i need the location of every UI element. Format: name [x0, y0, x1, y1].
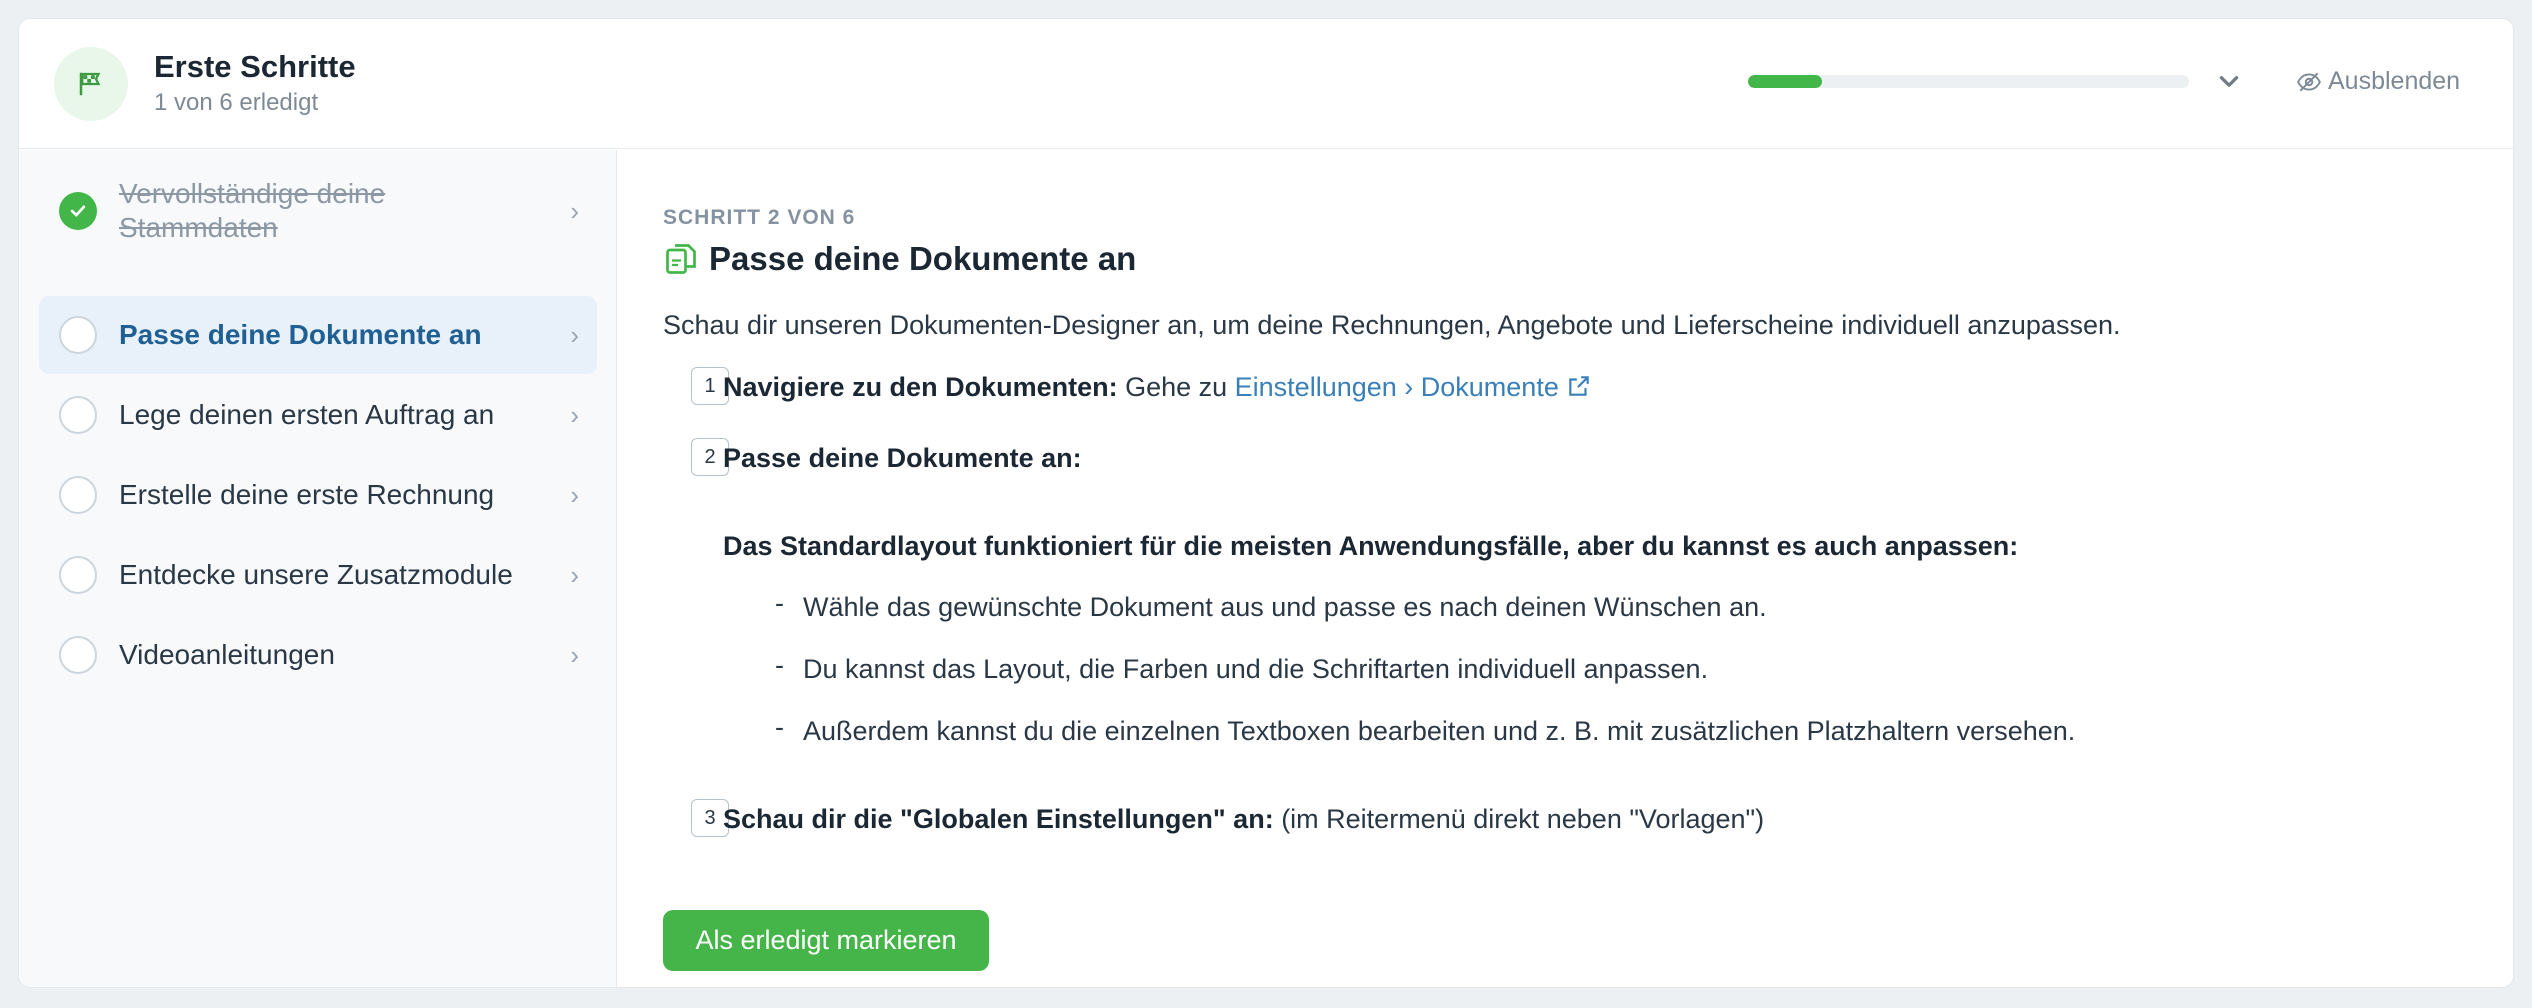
external-link-icon	[1569, 376, 1590, 396]
progress-bar-fill	[1748, 75, 1822, 88]
instruction-3: Schau dir die "Globalen Einstellungen" a…	[723, 804, 1764, 835]
sidebar-item-videoanleitungen[interactable]: Videoanleitungen ›	[39, 616, 597, 694]
instruction-2-subheading-text: Das Standardlayout funktioniert für die …	[723, 531, 2019, 561]
dash-icon: -	[775, 712, 784, 742]
chevron-right-icon: ›	[570, 639, 579, 670]
mark-done-button[interactable]: Als erledigt markieren	[663, 910, 989, 971]
flag-icon	[79, 72, 101, 96]
sidebar-item-label: Lege deinen ersten Auftrag an	[119, 399, 495, 430]
step-content: SCHRITT 2 VON 6 Passe deine Dokumente an…	[663, 150, 2493, 987]
page-title: Erste Schritte	[154, 49, 356, 84]
collapse-button[interactable]	[2211, 64, 2247, 100]
step-circle-icon	[59, 316, 97, 354]
step-circle-icon	[59, 476, 97, 514]
step-circle-icon	[59, 396, 97, 434]
chevron-right-icon: ›	[570, 479, 579, 510]
sidebar-item-stammdaten[interactable]: Vervollständige deine Stammdaten ›	[39, 172, 597, 250]
step-intro: Schau dir unseren Dokumenten-Designer an…	[663, 310, 2121, 340]
step-counter: SCHRITT 2 VON 6	[663, 206, 856, 229]
instruction-3-text: (im Reitermenü direkt neben "Vorlagen")	[1273, 804, 1765, 834]
steps-sidebar: Vervollständige deine Stammdaten › Passe…	[19, 150, 617, 987]
sidebar-item-zusatzmodule[interactable]: Entdecke unsere Zusatzmodule ›	[39, 536, 597, 614]
sidebar-item-label: Videoanleitungen	[119, 639, 335, 670]
chevron-right-icon: ›	[570, 399, 579, 430]
settings-documents-link-text: Einstellungen › Dokumente	[1234, 372, 1559, 402]
eye-slash-icon	[2297, 72, 2321, 91]
sidebar-item-label: Entdecke unsere Zusatzmodule	[119, 559, 513, 590]
settings-documents-link[interactable]: Einstellungen › Dokumente	[1235, 372, 1593, 402]
instruction-1: Navigiere zu den Dokumenten: Gehe zu Ein…	[723, 372, 1592, 403]
onboarding-card: Erste Schritte 1 von 6 erledigt Ausblend…	[18, 18, 2514, 988]
instruction-3-title: Schau dir die "Globalen Einstellungen" a…	[723, 804, 1274, 834]
documents-icon	[666, 244, 696, 274]
sidebar-item-label: Erstelle deine erste Rechnung	[119, 479, 495, 510]
step-title: Passe deine Dokumente an	[663, 240, 1136, 278]
list-item-text: Wähle das gewünschte Dokument aus und pa…	[803, 592, 1767, 622]
check-circle-icon	[59, 192, 97, 230]
progress-bar	[1748, 75, 2189, 88]
sidebar-item-label: Vervollständige deine Stammdaten	[119, 178, 386, 243]
chevron-right-icon: ›	[570, 195, 579, 226]
chevron-right-icon: ›	[570, 319, 579, 350]
step-circle-icon	[59, 556, 97, 594]
hide-button[interactable]: Ausblenden	[2296, 67, 2460, 96]
chevron-right-icon: ›	[570, 559, 579, 590]
chevron-down-icon	[2219, 76, 2239, 87]
dash-icon: -	[775, 650, 784, 680]
sidebar-item-label: Passe deine Dokumente an	[119, 319, 482, 350]
dash-icon: -	[775, 588, 784, 618]
step-circle-icon	[59, 636, 97, 674]
instruction-1-title: Navigiere zu den Dokumenten:	[723, 372, 1118, 402]
sidebar-item-auftrag[interactable]: Lege deinen ersten Auftrag an ›	[39, 376, 597, 454]
instruction-1-text: Gehe zu	[1117, 372, 1235, 402]
hide-button-label: Ausblenden	[2328, 67, 2461, 95]
list-item-text: Außerdem kannst du die einzelnen Textbox…	[803, 716, 2076, 746]
instruction-2-subheading: Das Standardlayout funktioniert für die …	[723, 531, 2018, 562]
sidebar-item-rechnung[interactable]: Erstelle deine erste Rechnung ›	[39, 456, 597, 534]
list-item-text: Du kannst das Layout, die Farben und die…	[803, 654, 1709, 684]
step-title-text: Passe deine Dokumente an	[709, 240, 1137, 277]
instruction-2-title: Passe deine Dokumente an:	[723, 443, 1082, 473]
sidebar-item-dokumente[interactable]: Passe deine Dokumente an ›	[39, 296, 597, 374]
flag-icon-badge	[54, 47, 128, 121]
instruction-2: Passe deine Dokumente an:	[723, 443, 1082, 474]
header: Erste Schritte 1 von 6 erledigt Ausblend…	[19, 19, 2513, 149]
progress-text: 1 von 6 erledigt	[154, 89, 319, 116]
